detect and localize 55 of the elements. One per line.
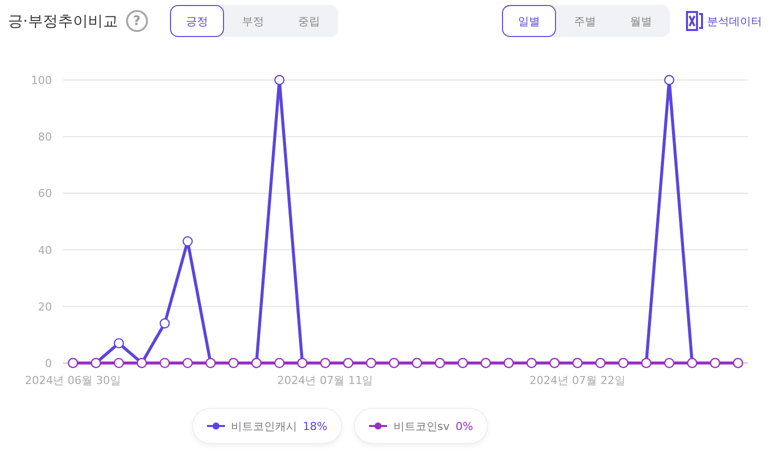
tab[interactable]: 월별: [614, 5, 668, 37]
data-point: [205, 358, 216, 368]
data-point: [114, 358, 124, 368]
data-point: [434, 358, 445, 368]
data-point: [136, 358, 147, 368]
axis-label: 40: [38, 244, 52, 257]
tab[interactable]: 부정: [226, 5, 280, 37]
data-point: [412, 358, 422, 368]
data-point: [68, 358, 78, 368]
axis-label: 2024년 07월 22일: [530, 374, 626, 387]
axis-label: 60: [38, 187, 52, 200]
tab[interactable]: 주별: [558, 5, 612, 37]
data-point: [114, 338, 124, 348]
data-point: [664, 358, 674, 368]
data-point: [504, 358, 514, 368]
axis-label: 0: [45, 357, 52, 370]
data-point: [687, 358, 698, 368]
axis-label: 2024년 06월 30일: [25, 374, 121, 387]
data-point: [388, 358, 400, 368]
tab[interactable]: 긍정: [170, 5, 224, 37]
data-point: [572, 358, 583, 368]
data-point: [526, 358, 537, 368]
data-point: [458, 358, 468, 368]
data-point: [90, 358, 102, 368]
data-point: [228, 358, 239, 368]
data-point: [320, 358, 330, 368]
export-link[interactable]: 분석데이터: [686, 11, 762, 31]
data-point: [641, 358, 652, 368]
legend-item[interactable]: 비트코인sv 0%: [354, 408, 488, 444]
data-point: [732, 358, 744, 368]
data-point: [664, 74, 674, 86]
data-point: [182, 236, 193, 246]
axis-label: 100: [31, 74, 52, 87]
axis-label: 20: [38, 300, 52, 314]
section-title: 긍·부정추이비교: [8, 12, 118, 30]
axis-label: 2024년 07월 11일: [277, 374, 374, 387]
tab[interactable]: 일별: [502, 5, 556, 37]
data-point: [618, 358, 628, 368]
data-point: [160, 358, 170, 368]
data-point: [182, 358, 193, 368]
data-point: [274, 74, 284, 86]
data-point: [366, 358, 376, 368]
data-point: [595, 358, 606, 368]
axis-label: 80: [38, 130, 52, 144]
data-point: [274, 358, 284, 368]
spreadsheet-icon: [686, 11, 704, 31]
tab[interactable]: 중립: [282, 5, 336, 37]
data-point: [480, 358, 491, 368]
data-point: [251, 358, 262, 368]
data-point: [710, 358, 720, 368]
data-point: [549, 358, 560, 368]
legend-item[interactable]: 비트코인캐시 18%: [192, 408, 342, 444]
data-point: [343, 358, 354, 368]
data-point: [160, 318, 170, 328]
data-point: [297, 358, 308, 368]
